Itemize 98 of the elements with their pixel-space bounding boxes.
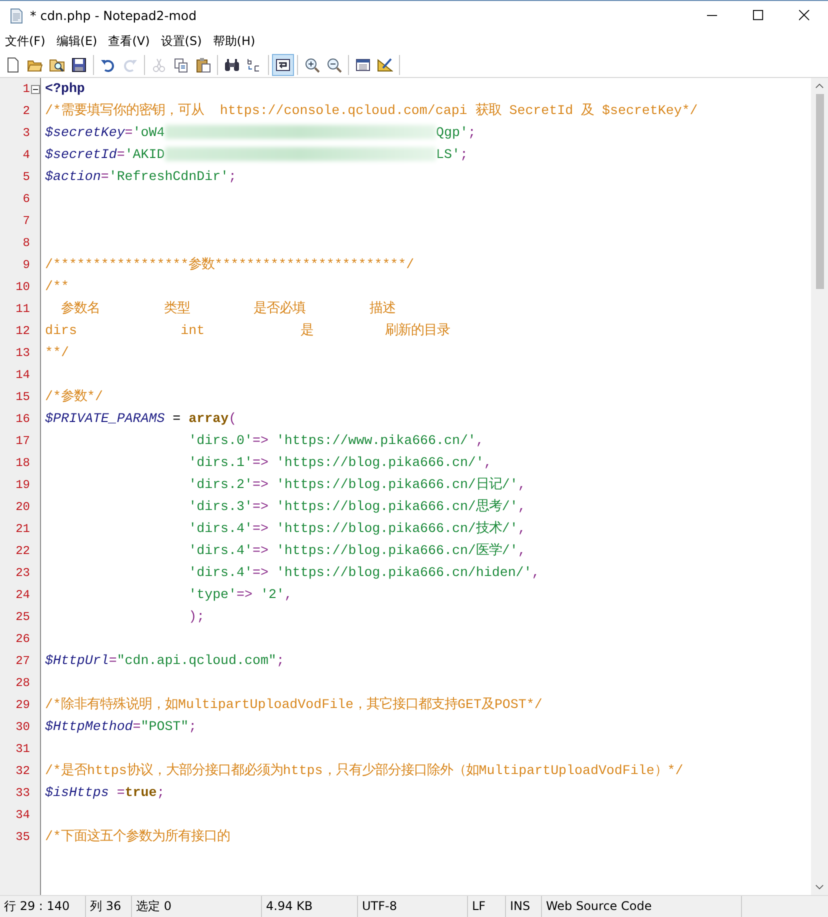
scrollbar[interactable]	[811, 78, 828, 895]
scissors-icon	[151, 56, 167, 72]
line-number: 35	[14, 829, 30, 846]
status-field: 4.94 KB	[262, 896, 358, 917]
line-number: 10	[14, 279, 30, 296]
code-line: 参数名 类型 是否必填 描述	[60, 301, 396, 316]
scroll-down-icon[interactable]	[815, 884, 824, 890]
code-line: 'dirs.0'=> 'https://www.pika666.cn/',	[188, 433, 484, 448]
code-line: <?php	[45, 81, 85, 96]
line-number: 30	[14, 719, 30, 736]
word-wrap-icon	[275, 56, 291, 72]
window-title: * cdn.php - Notepad2-mod	[30, 8, 197, 23]
list-window-icon	[355, 56, 371, 72]
code-line: /*是否https协议，大部分接口都必须为https，只有少部分接口除外（如MultipartUploadVodFile）*/	[45, 763, 684, 778]
code-line: 'dirs.4'=> 'https://blog.pika666.cn/医学/',	[188, 543, 526, 558]
line-number: 12	[14, 323, 30, 340]
menu-item[interactable]: 帮助(H)	[210, 30, 260, 52]
zoom-out-icon	[326, 56, 342, 72]
line-number: 22	[14, 543, 30, 560]
line-number: 20	[14, 499, 30, 516]
menu-item[interactable]: 查看(V)	[105, 30, 154, 52]
line-number: 11	[14, 301, 30, 318]
paste-icon	[195, 56, 211, 72]
folder-magnifier-icon	[49, 56, 65, 72]
line-number: 33	[14, 785, 30, 802]
code-line: /**	[45, 279, 69, 294]
zoom-in-icon	[304, 56, 320, 72]
code-line: $isHttps =true;	[45, 785, 165, 800]
line-number: 25	[14, 609, 30, 626]
line-number: 4	[22, 147, 30, 164]
replace-icon	[246, 56, 262, 72]
maximize-icon[interactable]	[753, 10, 764, 21]
code-line: 'dirs.4'=> 'https://blog.pika666.cn/技术/',	[188, 521, 526, 536]
line-number: 7	[22, 213, 30, 230]
line-number: 24	[14, 587, 30, 604]
status-field: LF	[468, 896, 506, 917]
line-number: 16	[14, 411, 30, 428]
line-number: 5	[22, 169, 30, 186]
fold-icon[interactable]	[30, 85, 40, 94]
status-field: 列 36	[86, 896, 132, 917]
line-number: 21	[14, 521, 30, 538]
menu-item[interactable]: 设置(S)	[158, 30, 206, 52]
line-number: 6	[22, 191, 30, 208]
code-line: /*除非有特殊说明，如MultipartUploadVodFile，其它接口都支持GET及POST*/	[45, 697, 542, 712]
code-line: 'dirs.1'=> 'https://blog.pika666.cn/',	[188, 455, 492, 470]
menu-item[interactable]: 文件(F)	[2, 30, 50, 52]
code-line: $secretKey='oW4 Qgp';	[45, 125, 476, 140]
code-line: $HttpUrl="cdn.api.qcloud.com";	[45, 653, 284, 668]
code-line: );	[188, 609, 205, 624]
code-line: /*****************参数************************/	[45, 257, 414, 272]
line-number: 15	[14, 389, 30, 406]
code-line: $action='RefreshCdnDir';	[45, 169, 237, 184]
line-number: 3	[22, 125, 30, 142]
line-number: 29	[14, 697, 30, 714]
menu-item[interactable]: 编辑(E)	[53, 30, 102, 52]
code-line: /*参数*/	[45, 389, 103, 404]
line-number: 31	[14, 741, 30, 758]
code-line: $secretId='AKID LS';	[45, 147, 468, 162]
notepad-icon	[8, 8, 24, 24]
line-number: 8	[22, 235, 30, 252]
line-number: 19	[14, 477, 30, 494]
code-line: **/	[45, 345, 69, 360]
ruler-pencil-icon	[377, 56, 393, 72]
code-line: 'dirs.2'=> 'https://blog.pika666.cn/日记/',	[188, 477, 526, 492]
status-field: 选定 0	[132, 896, 262, 917]
code-line: 'dirs.3'=> 'https://blog.pika666.cn/思考/',	[188, 499, 526, 514]
line-number: 13	[14, 345, 30, 362]
code-line: 'type'=> '2',	[188, 587, 292, 602]
line-number: 23	[14, 565, 30, 582]
status-field: UTF-8	[358, 896, 468, 917]
code-line: $HttpMethod="POST";	[45, 719, 197, 734]
code-line: dirs int 是 刷新的目录	[45, 323, 450, 338]
code-line: /*下面这五个参数为所有接口的	[45, 829, 230, 844]
line-number: 9	[22, 257, 30, 274]
save-icon	[71, 56, 87, 72]
line-number: 26	[14, 631, 30, 648]
line-number: 27	[14, 653, 30, 670]
line-number: 2	[22, 103, 30, 120]
line-number: 17	[14, 433, 30, 450]
line-number: 34	[14, 807, 30, 824]
copy-icon	[173, 56, 189, 72]
close-icon[interactable]	[799, 10, 810, 21]
scroll-up-icon[interactable]	[815, 83, 824, 89]
binoculars-icon	[224, 56, 240, 72]
code-line: /*需要填写你的密钥，可从 https://console.qcloud.com/capi 获取 SecretId 及 $secretKey*/	[45, 103, 698, 118]
line-number: 32	[14, 763, 30, 780]
line-number: 14	[14, 367, 30, 384]
code-line: 'dirs.4'=> 'https://blog.pika666.cn/hiden/',	[188, 565, 540, 580]
line-number: 18	[14, 455, 30, 472]
new-file-icon	[5, 56, 21, 72]
status-field: INS	[506, 896, 542, 917]
toolbar-button[interactable]	[272, 54, 294, 76]
line-number: 1	[22, 81, 30, 98]
status-field: Web Source Code	[542, 896, 742, 917]
status-field: 行 29 : 140	[0, 896, 86, 917]
line-number: 28	[14, 675, 30, 692]
code-line: $PRIVATE_PARAMS = array(	[45, 411, 237, 426]
scrollbar-thumb[interactable]	[816, 94, 824, 289]
